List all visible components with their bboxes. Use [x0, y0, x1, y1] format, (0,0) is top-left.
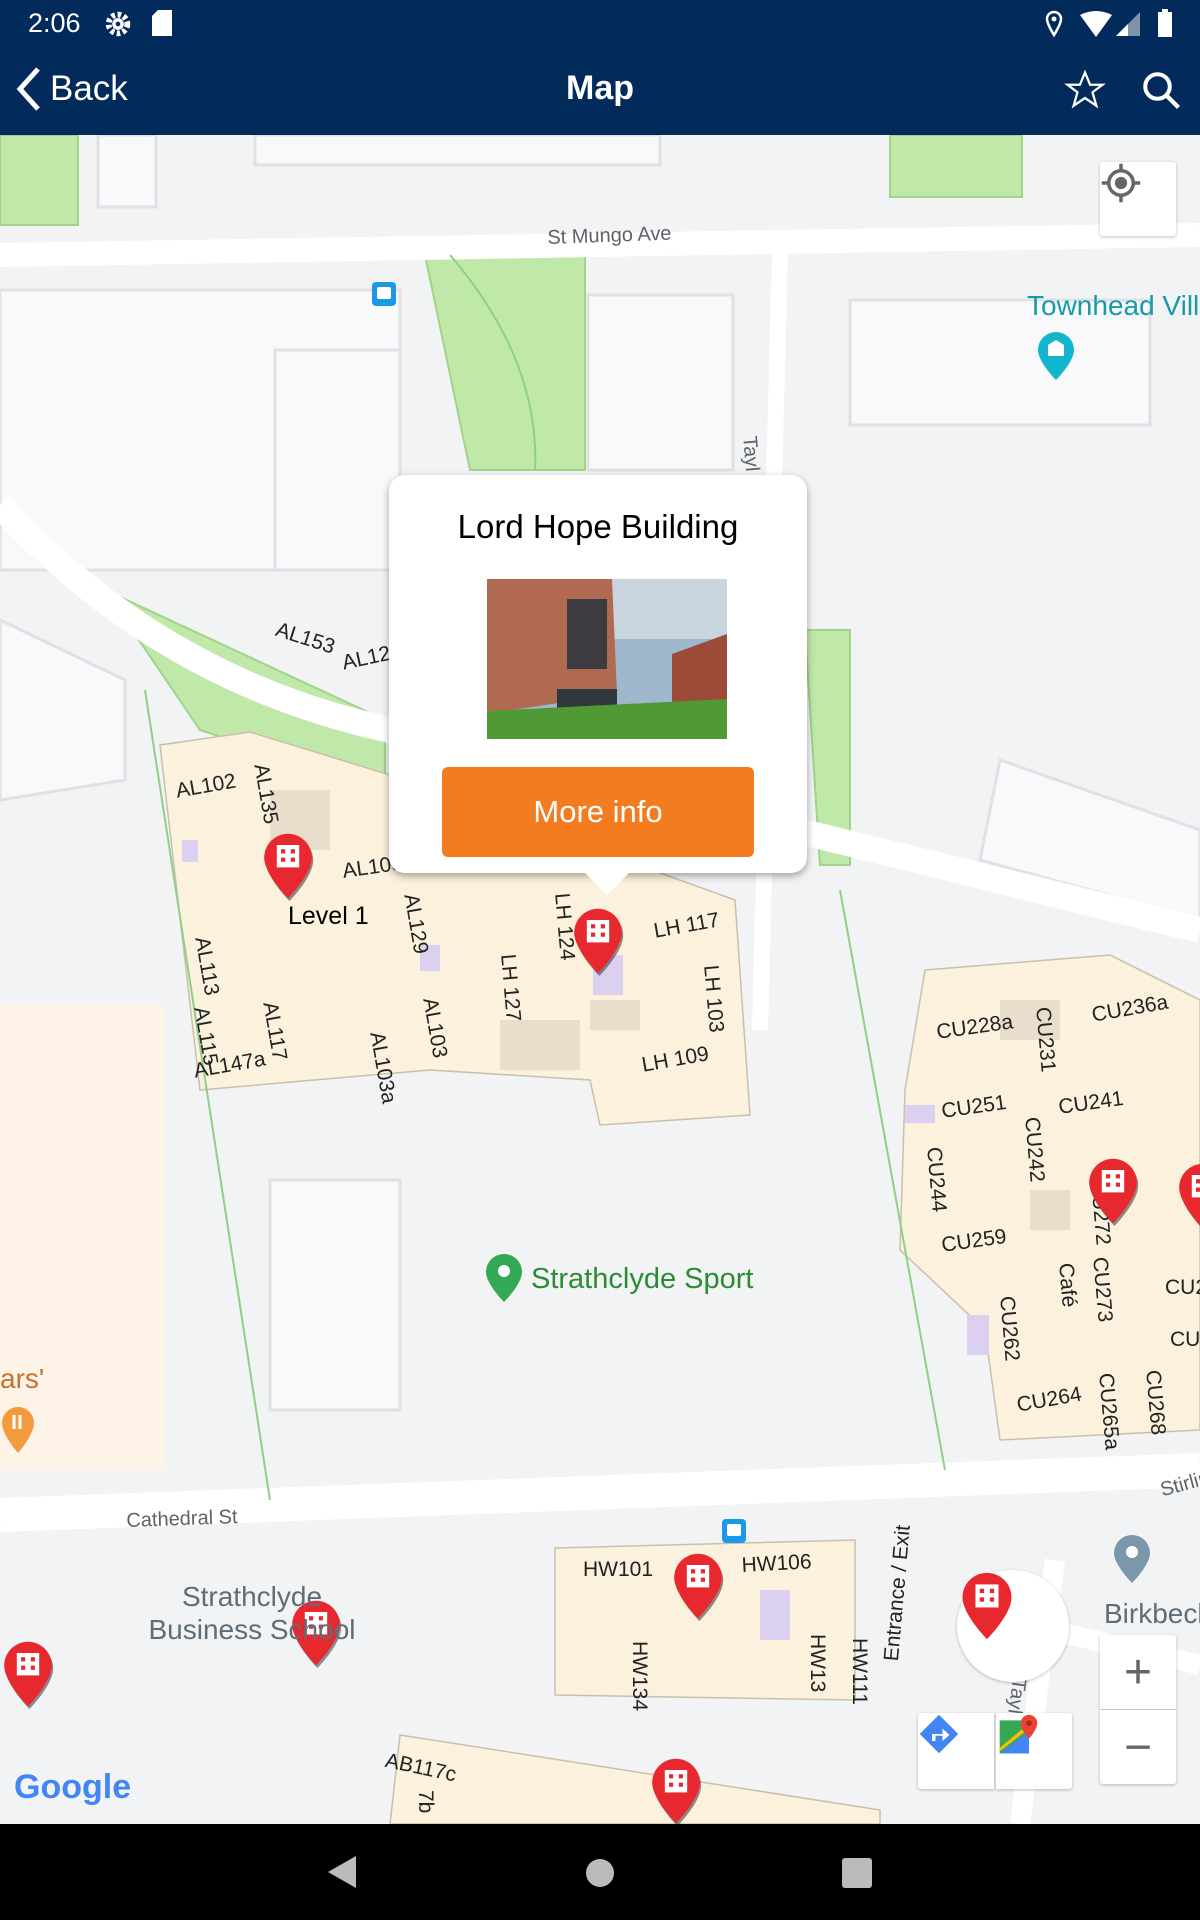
popup-title: Lord Hope Building — [457, 508, 739, 545]
building-info-popup: Lord Hope Building More info — [389, 475, 807, 895]
bus-stop-icon[interactable] — [372, 282, 396, 306]
toolbar: Back Map — [0, 45, 1200, 135]
crosshair-icon — [1101, 163, 1141, 203]
street-tayl: Tayl — [738, 435, 764, 473]
poi-townhead[interactable]: Townhead Vill — [1027, 290, 1199, 322]
directions-button[interactable] — [918, 1713, 994, 1789]
building-pin-icon[interactable] — [1175, 1160, 1200, 1232]
building-photo — [487, 579, 727, 739]
wifi-icon — [1080, 11, 1112, 37]
google-logo: Google — [14, 1768, 132, 1806]
search-icon[interactable] — [1140, 69, 1182, 111]
recents-nav-icon[interactable] — [842, 1858, 872, 1888]
poi-birkbeck[interactable]: Birkbeck — [1104, 1598, 1200, 1630]
star-outline-icon[interactable] — [1064, 69, 1106, 111]
signal-icon — [1116, 12, 1140, 36]
street-cathedral-st: Cathedral St — [126, 1506, 238, 1532]
status-bar: 2:06 — [0, 0, 1200, 45]
restaurant-pin-icon[interactable] — [0, 1405, 36, 1457]
map-view[interactable]: AL153 AL102 AL135 AL12 AL129 AL113 AL115 AL117 A… — [0, 135, 1200, 1824]
building-pin-icon — [962, 1572, 1012, 1640]
room-label: HW101 — [583, 1558, 654, 1581]
status-time: 2:06 — [28, 8, 81, 38]
back-nav-icon[interactable] — [326, 1854, 358, 1890]
room-label: HW13 — [806, 1634, 829, 1693]
building-pin-icon[interactable] — [648, 1755, 704, 1824]
sd-card-icon — [152, 10, 172, 36]
poi-business-school[interactable]: Strathclyde Business School — [142, 1580, 362, 1650]
street-st-mungo-ave: St Mungo Ave — [547, 222, 672, 249]
room-label: HW106 — [741, 1550, 813, 1577]
poi-strathclyde-sport[interactable]: Strathclyde Sport — [531, 1263, 753, 1296]
battery-icon — [1158, 9, 1172, 37]
place-pin-icon[interactable] — [1112, 1533, 1152, 1585]
poi-partial-cafe[interactable]: ars' — [0, 1363, 44, 1395]
hotel-pin-icon[interactable] — [1036, 330, 1076, 382]
room-label: HW111 — [848, 1638, 871, 1705]
room-label: CU — [1170, 1328, 1200, 1351]
my-location-button[interactable] — [1100, 162, 1176, 236]
home-nav-icon[interactable] — [584, 1857, 616, 1889]
room-label: 7b — [414, 1790, 437, 1814]
zoom-in-button[interactable]: + — [1100, 1635, 1176, 1709]
page-title: Map — [566, 69, 634, 107]
google-maps-icon — [999, 1714, 1038, 1754]
back-button[interactable]: Back — [14, 67, 128, 111]
building-filter-button[interactable] — [957, 1570, 1069, 1682]
room-label: HW134 — [628, 1641, 651, 1712]
directions-icon — [919, 1714, 959, 1754]
back-label: Back — [50, 69, 128, 108]
room-label: Café — [1054, 1262, 1081, 1309]
more-info-button[interactable]: More info — [442, 767, 754, 857]
location-icon — [1045, 10, 1063, 38]
room-label: CU2 — [1165, 1276, 1200, 1299]
building-pin-icon[interactable] — [570, 905, 626, 977]
gear-icon — [105, 11, 131, 37]
building-pin-icon[interactable] — [260, 830, 316, 902]
building-pin-icon[interactable] — [1085, 1155, 1141, 1227]
building-pin-icon[interactable] — [0, 1638, 56, 1710]
open-google-maps-button[interactable] — [996, 1713, 1072, 1789]
zoom-out-button[interactable]: − — [1100, 1710, 1176, 1784]
building-pin-icon[interactable] — [670, 1550, 726, 1622]
level-label: Level 1 — [288, 902, 369, 930]
chevron-left-icon — [16, 67, 40, 111]
bus-stop-icon[interactable] — [722, 1519, 746, 1543]
sport-pin-icon[interactable] — [484, 1252, 524, 1304]
system-nav-bar — [0, 1824, 1200, 1920]
